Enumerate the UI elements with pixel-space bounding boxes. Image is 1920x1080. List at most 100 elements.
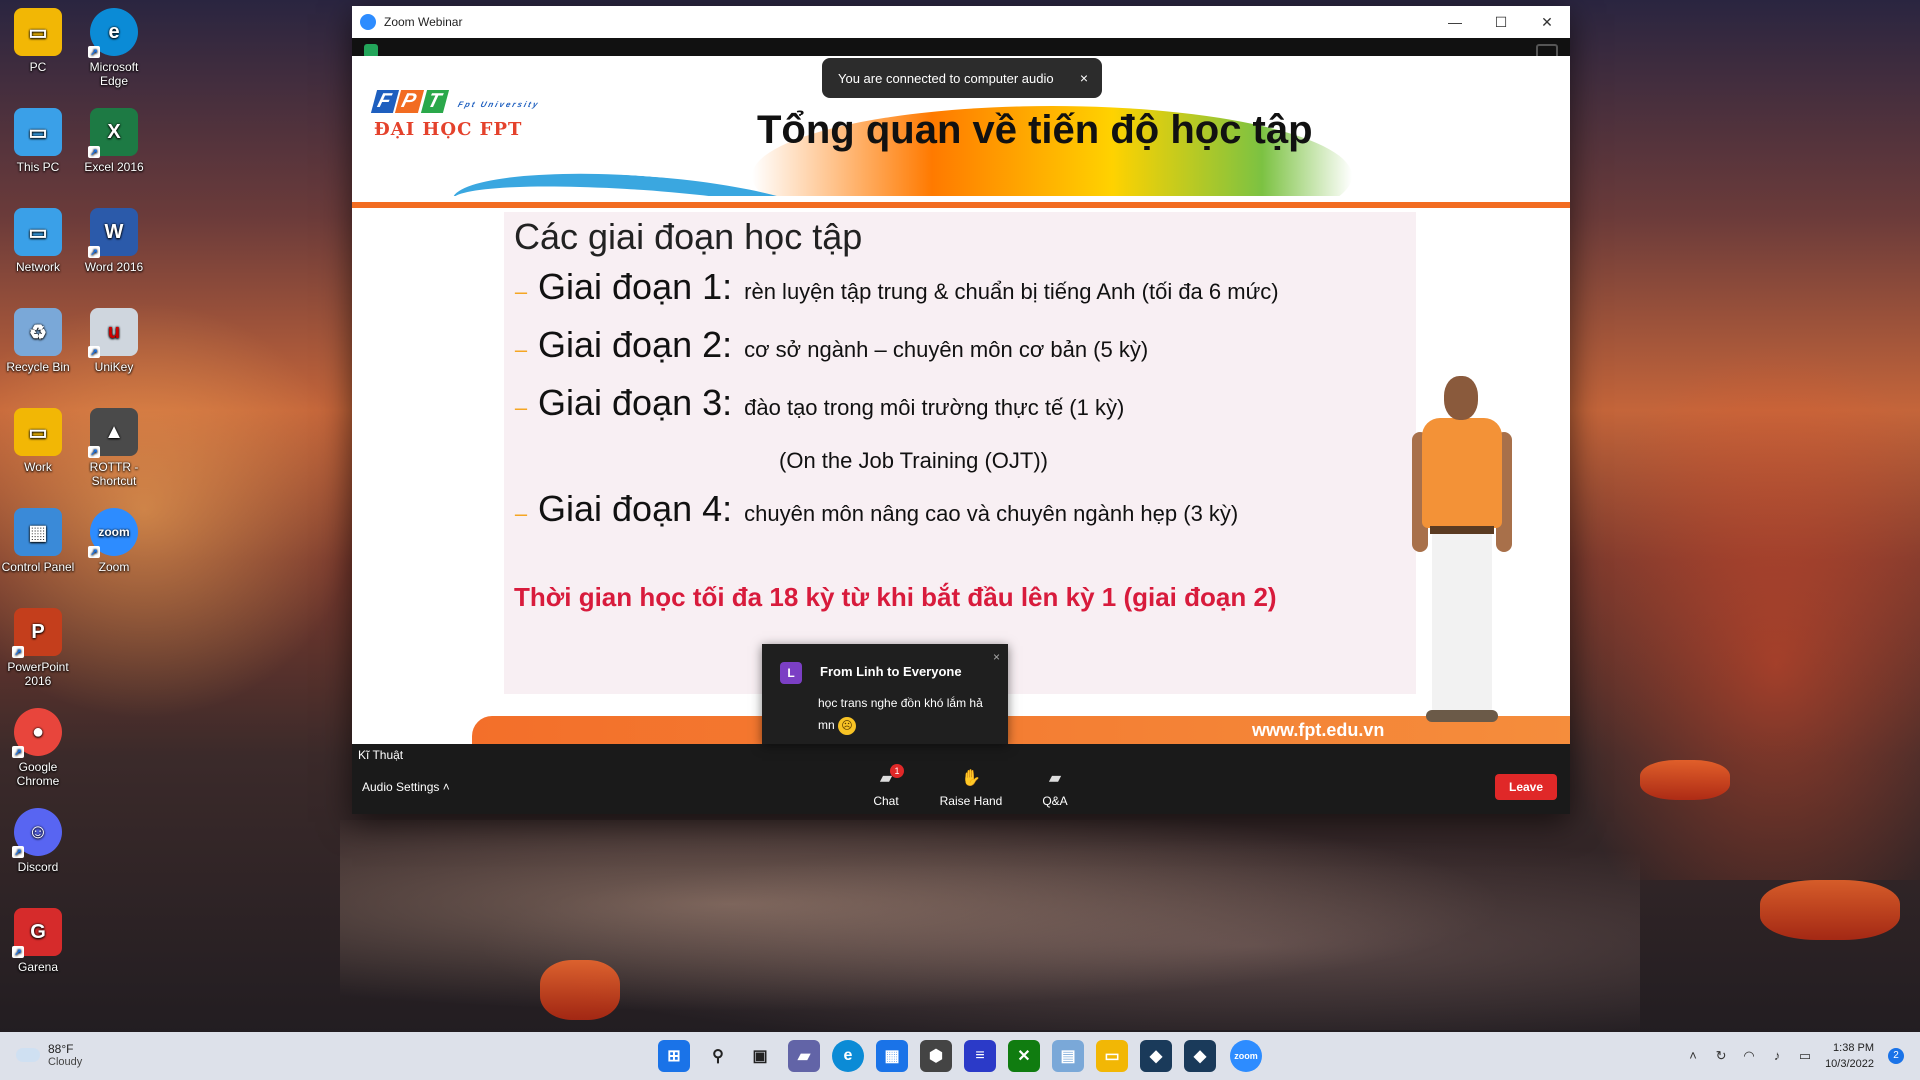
chrome-icon: ● ↗ [12, 708, 62, 758]
desktop-icon-label: ROTTR - Shortcut [89, 460, 139, 488]
presenter-video [1412, 376, 1512, 736]
task-view-icon[interactable]: ▣ [744, 1040, 776, 1072]
desktop-icon-discord[interactable]: ☺ ↗ Discord [0, 808, 76, 874]
game-icon[interactable]: ⬢ [920, 1040, 952, 1072]
audio-settings-button[interactable]: Audio Settings ˄ [362, 780, 450, 794]
chat-bubble-icon: ▰ 1 [874, 764, 904, 788]
desktop-icon-this-pc[interactable]: ▭ This PC [0, 108, 76, 174]
desktop-icon-garena[interactable]: G ↗ Garena [0, 908, 76, 974]
desktop-icon-label: Recycle Bin [6, 360, 70, 374]
desktop-icon-excel[interactable]: X ↗ Excel 2016 [76, 108, 152, 174]
maximize-button[interactable]: ☐ [1478, 6, 1524, 38]
control-panel-icon: ▦ [14, 508, 62, 556]
shared-screen: F P T Fpt University ĐẠI HỌC FPT Tổng quan … [352, 56, 1570, 744]
file-explorer-icon[interactable]: ▭ [1096, 1040, 1128, 1072]
desktop-icon-recycle-bin[interactable]: ♻ Recycle Bin [0, 308, 76, 374]
excel-icon: X ↗ [88, 108, 138, 158]
toast-close-icon[interactable]: × [1080, 70, 1088, 86]
unikey-icon: u ↗ [88, 308, 138, 358]
desktop-icon-label: UniKey [94, 360, 134, 374]
leave-button[interactable]: Leave [1495, 774, 1557, 800]
desktop-icon-word[interactable]: W ↗ Word 2016 [76, 208, 152, 274]
meeting-toolbar: Audio Settings ˄ ▰ 1 Chat ✋ Raise Hand ▰ … [352, 762, 1570, 814]
desktop-icon-control-panel[interactable]: ▦ Control Panel [0, 508, 76, 574]
xbox-icon[interactable]: ✕ [1008, 1040, 1040, 1072]
sad-emoji-icon: ☹ [838, 716, 857, 735]
garena-icon: G ↗ [12, 908, 62, 958]
desktop-icon-label: Word 2016 [84, 260, 144, 274]
discord-icon: ☺ ↗ [12, 808, 62, 858]
game-icon: ▲ ↗ [88, 408, 138, 458]
desktop-icon-unikey[interactable]: u ↗ UniKey [76, 308, 152, 374]
stage-item: – Giai đoạn 2: cơ sở ngành – chuyên môn … [514, 324, 1149, 365]
desktop-icon-label: This PC [16, 160, 60, 174]
school-name: ĐẠI HỌC FPT [374, 119, 523, 140]
clock[interactable]: 1:38 PM 10/3/2022 [1825, 1040, 1874, 1072]
battery-icon[interactable]: ▭ [1797, 1048, 1813, 1064]
stage-item: – Giai đoạn 1: rèn luyện tập trung & chu… [514, 266, 1279, 307]
powerpoint-icon: P ↗ [12, 608, 62, 658]
slide-divider [352, 202, 1570, 208]
store-icon[interactable]: ▦ [876, 1040, 908, 1072]
desktop-icon-label: Excel 2016 [84, 160, 144, 174]
monitor-icon: ▭ [14, 108, 62, 156]
desktop-icon-label: Garena [17, 960, 59, 974]
stage-item: – Giai đoạn 4: chuyên môn nâng cao và ch… [514, 488, 1239, 529]
speaker-icon[interactable]: ♪ [1769, 1048, 1785, 1064]
edge-icon[interactable]: e [832, 1040, 864, 1072]
chat-app-icon[interactable]: ▰ [788, 1040, 820, 1072]
desktop-icon-edge[interactable]: e ↗ Microsoft Edge [76, 8, 152, 88]
slide-content: Các giai đoạn học tập – Giai đoạn 1: rèn… [504, 212, 1416, 694]
qa-button[interactable]: ▰ Q&A [1020, 770, 1090, 808]
vscode-icon[interactable]: ≡ [964, 1040, 996, 1072]
chat-button[interactable]: ▰ 1 Chat [851, 764, 921, 808]
fpt-logo-mark: F P T Fpt University [370, 90, 545, 113]
edge-icon: e ↗ [88, 8, 138, 58]
desktop-icon-work[interactable]: ▭ Work [0, 408, 76, 474]
hand-icon: ✋ [961, 770, 981, 787]
chevron-up-icon[interactable]: ˄ [1685, 1048, 1701, 1064]
league-icon[interactable]: ◆ [1140, 1040, 1172, 1072]
close-button[interactable]: ✕ [1524, 6, 1570, 38]
desktop-icon-zoom[interactable]: zoom ↗ Zoom [76, 508, 152, 574]
weather-widget[interactable]: 88°F Cloudy [16, 1042, 82, 1068]
stage-item: – Giai đoạn 3: đào tạo trong môi trường … [514, 382, 1125, 423]
fpt-logo: F P T Fpt University ĐẠI HỌC FPT [370, 90, 545, 140]
folder-icon: ▭ [14, 8, 62, 56]
wallpaper-lava [1760, 880, 1900, 940]
desktop-icon-pc[interactable]: ▭ PC [0, 8, 76, 74]
chat-message: học trans nghe đồn khó lắm hả mn ☹ [818, 692, 996, 736]
wallpaper-glow-right [1560, 340, 1920, 880]
league-client-icon[interactable]: ◆ [1184, 1040, 1216, 1072]
resource-monitor-icon[interactable]: ▤ [1052, 1040, 1084, 1072]
desktop-icon-label: Control Panel [1, 560, 75, 574]
notification-badge[interactable]: 2 [1888, 1048, 1904, 1064]
folder-icon: ▭ [14, 408, 62, 456]
chat-badge: 1 [890, 764, 904, 778]
zoom-app-icon [360, 14, 376, 30]
start-icon[interactable]: ⊞ [658, 1040, 690, 1072]
search-icon[interactable]: ⚲ [702, 1040, 734, 1072]
zoom-window: Zoom Webinar — ☐ ✕ F P T Fpt University ĐẠI… [352, 6, 1570, 814]
raise-hand-button[interactable]: ✋ Raise Hand [931, 770, 1011, 808]
recycle-bin-icon: ♻ [14, 308, 62, 356]
zoom-icon: zoom ↗ [88, 508, 138, 558]
chat-sender: From Linh to Everyone [820, 664, 962, 679]
desktop-icon-network[interactable]: ▭ Network [0, 208, 76, 274]
sync-icon[interactable]: ↻ [1713, 1048, 1729, 1064]
slide-title: Tổng quan về tiến độ học tập [757, 108, 1313, 152]
desktop-icon-chrome[interactable]: ● ↗ Google Chrome [0, 708, 76, 788]
desktop-icon-label: Network [15, 260, 60, 274]
chat-close-icon[interactable]: × [993, 650, 1000, 664]
desktop-icon-powerpoint[interactable]: P ↗ PowerPoint 2016 [0, 608, 76, 688]
minimize-button[interactable]: — [1432, 6, 1478, 38]
desktop-icon-label: Google Chrome [16, 760, 60, 788]
chat-notification[interactable]: L From Linh to Everyone × học trans nghe… [762, 644, 1008, 744]
window-titlebar[interactable]: Zoom Webinar — ☐ ✕ [352, 6, 1570, 38]
zoom-taskbar-icon[interactable]: zoom [1230, 1040, 1262, 1072]
toast-text: You are connected to computer audio [838, 70, 1054, 86]
wifi-icon[interactable]: ◠ [1741, 1048, 1757, 1064]
desktop-icon-rottr[interactable]: ▲ ↗ ROTTR - Shortcut [76, 408, 152, 488]
stages-heading: Các giai đoạn học tập [514, 216, 863, 257]
desktop-icon-label: Microsoft Edge [89, 60, 139, 88]
